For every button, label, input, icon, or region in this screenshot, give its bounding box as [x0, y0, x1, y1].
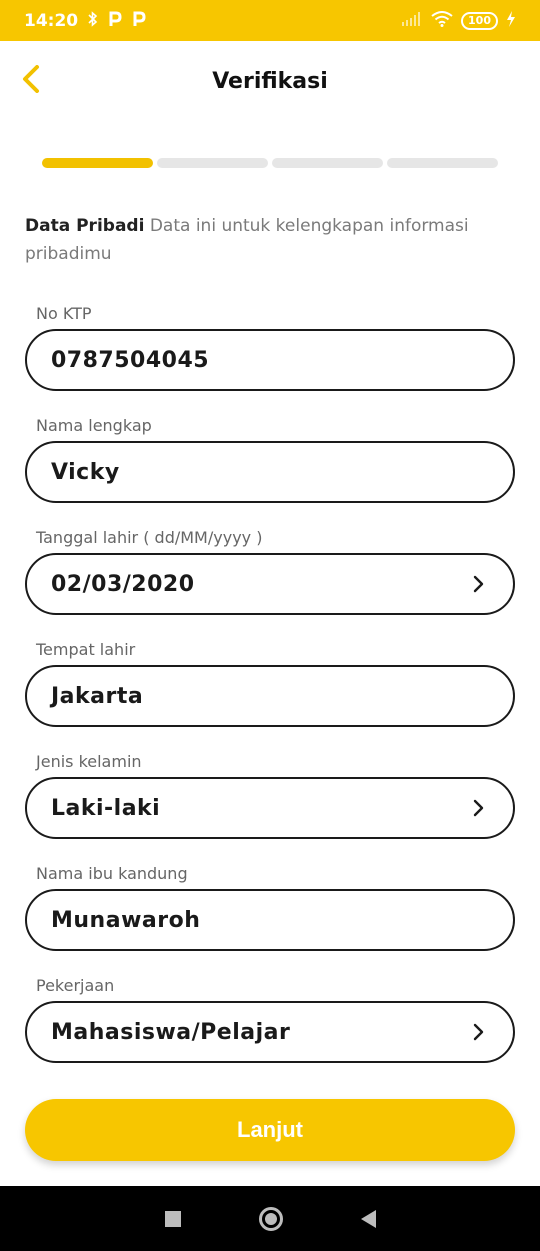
- birth-date-label: Tanggal lahir ( dd/MM/yyyy ): [36, 528, 263, 547]
- full-name-label: Nama lengkap: [36, 416, 152, 435]
- home-button[interactable]: [258, 1206, 283, 1231]
- recents-button[interactable]: [164, 1210, 181, 1227]
- birth-place-label: Tempat lahir: [36, 640, 136, 659]
- ktp-label: No KTP: [36, 304, 92, 323]
- full-name-value: Vicky: [51, 459, 120, 485]
- birth-place-value: Jakarta: [51, 683, 144, 709]
- progress-step-1: [42, 158, 153, 168]
- continue-button-label: Lanjut: [237, 1117, 303, 1142]
- app-bar: Verifikasi: [0, 41, 540, 121]
- gender-label: Jenis kelamin: [36, 752, 142, 771]
- battery-icon: 100: [461, 11, 498, 30]
- step-progress: [42, 158, 498, 168]
- mother-name-value: Munawaroh: [51, 907, 201, 933]
- wifi-icon: [431, 10, 453, 31]
- charging-icon: [506, 10, 516, 31]
- chevron-right-icon: [473, 799, 489, 817]
- birth-date-value: 02/03/2020: [51, 571, 195, 597]
- page-title: Verifikasi: [212, 68, 328, 94]
- chevron-right-icon: [473, 575, 489, 593]
- occupation-label: Pekerjaan: [36, 976, 115, 995]
- status-left: 14:20: [24, 11, 146, 31]
- ktp-value: 0787504045: [51, 347, 210, 373]
- progress-step-2: [157, 158, 268, 168]
- status-time: 14:20: [24, 10, 79, 31]
- p-icon: [108, 11, 122, 31]
- ktp-input[interactable]: 0787504045: [25, 329, 515, 391]
- chevron-right-icon: [473, 1023, 489, 1041]
- p-icon: [132, 11, 146, 31]
- gender-select[interactable]: Laki-laki: [25, 777, 515, 839]
- gender-value: Laki-laki: [51, 795, 161, 821]
- progress-step-4: [387, 158, 498, 168]
- section-intro: Data Pribadi Data ini untuk kelengkapan …: [25, 212, 505, 268]
- occupation-value: Mahasiswa/Pelajar: [51, 1019, 291, 1045]
- status-right: 100: [401, 10, 516, 31]
- mother-name-label: Nama ibu kandung: [36, 864, 188, 883]
- status-bar: 14:20 100: [0, 0, 540, 41]
- birth-place-input[interactable]: Jakarta: [25, 665, 515, 727]
- chevron-left-icon: [22, 65, 40, 97]
- signal-icon: [401, 11, 423, 31]
- continue-button[interactable]: Lanjut: [25, 1099, 515, 1161]
- full-name-input[interactable]: Vicky: [25, 441, 515, 503]
- mother-name-input[interactable]: Munawaroh: [25, 889, 515, 951]
- bluetooth-icon: [88, 10, 98, 31]
- section-heading: Data Pribadi: [25, 216, 145, 236]
- occupation-select[interactable]: Mahasiswa/Pelajar: [25, 1001, 515, 1063]
- progress-step-3: [272, 158, 383, 168]
- birth-date-picker[interactable]: 02/03/2020: [25, 553, 515, 615]
- system-nav-bar: [0, 1186, 540, 1251]
- back-button[interactable]: [16, 63, 46, 99]
- system-back-button[interactable]: [360, 1209, 376, 1228]
